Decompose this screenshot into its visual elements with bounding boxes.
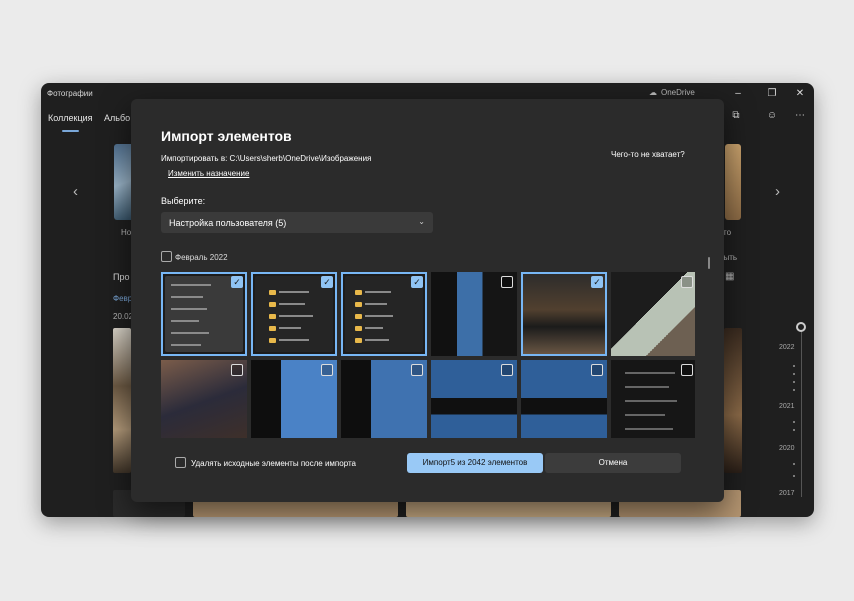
checkmark-icon[interactable]: ✓ xyxy=(591,276,603,288)
dialog-scrollbar[interactable] xyxy=(708,257,710,269)
group-label: Февраль 2022 xyxy=(175,253,228,262)
thumbnail-grid: ✓ ✓ ✓ ✓ xyxy=(161,272,695,438)
gallery-photo[interactable] xyxy=(724,328,742,473)
thumbnail[interactable]: ✓ xyxy=(521,272,607,356)
selection-dropdown[interactable]: Настройка пользователя (5) ⌄ xyxy=(161,212,433,233)
checkbox-icon[interactable] xyxy=(681,364,693,376)
maximize-icon[interactable]: ❐ xyxy=(761,86,783,102)
cloud-icon: ☁ xyxy=(649,88,657,97)
minimize-icon[interactable]: – xyxy=(727,86,749,102)
featured-thumbnail[interactable] xyxy=(725,144,741,220)
timeline-dot xyxy=(793,381,795,383)
thumbnail[interactable] xyxy=(251,360,337,438)
month-link[interactable]: Февр xyxy=(113,294,132,303)
timeline-scrubber[interactable] xyxy=(801,327,802,497)
grid-view-icon[interactable]: ▦ xyxy=(725,271,734,282)
thumbnail[interactable] xyxy=(161,360,247,438)
checkbox-icon[interactable] xyxy=(681,276,693,288)
thumbnail[interactable] xyxy=(521,360,607,438)
thumbnail[interactable]: ✓ xyxy=(341,272,427,356)
dialog-title: Импорт элементов xyxy=(161,128,292,144)
checkbox-icon[interactable] xyxy=(321,364,333,376)
timeline-handle[interactable] xyxy=(796,322,806,332)
checkmark-icon[interactable]: ✓ xyxy=(321,276,333,288)
timeline-dot xyxy=(793,463,795,465)
missing-items-link[interactable]: Чего-то не хватает? xyxy=(611,150,685,159)
thumbnail[interactable] xyxy=(341,360,427,438)
select-label: Выберите: xyxy=(161,196,206,206)
app-title: Фотографии xyxy=(47,89,93,98)
checkmark-icon[interactable]: ✓ xyxy=(231,276,243,288)
timeline-dot xyxy=(793,365,795,367)
chevron-down-icon: ⌄ xyxy=(418,217,425,226)
checkbox-icon[interactable] xyxy=(411,364,423,376)
close-icon[interactable]: ✕ xyxy=(789,86,811,102)
delete-originals-checkbox[interactable] xyxy=(175,457,186,468)
onedrive-label: OneDrive xyxy=(661,88,695,97)
import-button[interactable]: Импорт5 из 2042 элементов xyxy=(407,453,543,473)
destination-row: Импортировать в: C:\Users\sherb\OneDrive… xyxy=(161,154,371,163)
change-destination-link[interactable]: Изменить назначение xyxy=(168,169,249,178)
import-icon[interactable]: ⧉ xyxy=(727,110,745,126)
checkbox-icon[interactable] xyxy=(231,364,243,376)
tab-collection[interactable]: Коллекция xyxy=(48,113,93,132)
thumbnail[interactable]: ✓ xyxy=(251,272,337,356)
destination-path: C:\Users\sherb\OneDrive\Изображения xyxy=(229,154,372,163)
timeline-dot xyxy=(793,389,795,391)
gallery-photo[interactable] xyxy=(113,328,131,473)
cancel-button[interactable]: Отмена xyxy=(545,453,681,473)
featured-caption: то xyxy=(723,228,732,237)
checkbox-icon[interactable] xyxy=(501,364,513,376)
timeline-dot xyxy=(793,429,795,431)
delete-originals-label: Удалять исходные элементы после импорта xyxy=(191,459,356,468)
timeline-dot xyxy=(793,421,795,423)
people-icon[interactable]: ☺ xyxy=(763,110,781,126)
group-checkbox[interactable] xyxy=(161,251,172,262)
dialog-footer: Удалять исходные элементы после импорта … xyxy=(131,444,724,502)
section-heading: Про xyxy=(113,272,130,282)
thumbnail[interactable] xyxy=(431,272,517,356)
thumbnail[interactable] xyxy=(431,360,517,438)
next-arrow-icon[interactable]: › xyxy=(775,183,780,200)
timeline-year[interactable]: 2021 xyxy=(779,403,795,410)
featured-caption: Но xyxy=(121,228,132,237)
timeline-dot xyxy=(793,373,795,375)
timeline-year[interactable]: 2017 xyxy=(779,490,795,497)
timeline-year[interactable]: 2020 xyxy=(779,445,795,452)
checkbox-icon[interactable] xyxy=(501,276,513,288)
tab-albums[interactable]: Альбо xyxy=(104,113,130,123)
thumbnail[interactable] xyxy=(611,272,695,356)
import-dialog: Импорт элементов Импортировать в: C:\Use… xyxy=(131,99,724,502)
thumbnail[interactable]: ✓ xyxy=(161,272,247,356)
timeline-year[interactable]: 2022 xyxy=(779,344,795,351)
selection-value: Настройка пользователя (5) xyxy=(169,218,287,228)
destination-label: Импортировать в: xyxy=(161,154,228,163)
thumbnail[interactable] xyxy=(611,360,695,438)
checkbox-icon[interactable] xyxy=(591,364,603,376)
checkmark-icon[interactable]: ✓ xyxy=(411,276,423,288)
previous-arrow-icon[interactable]: ‹ xyxy=(73,183,78,200)
onedrive-status[interactable]: ☁ OneDrive xyxy=(649,88,695,97)
more-icon[interactable]: ⋯ xyxy=(791,110,809,126)
timeline-dot xyxy=(793,475,795,477)
